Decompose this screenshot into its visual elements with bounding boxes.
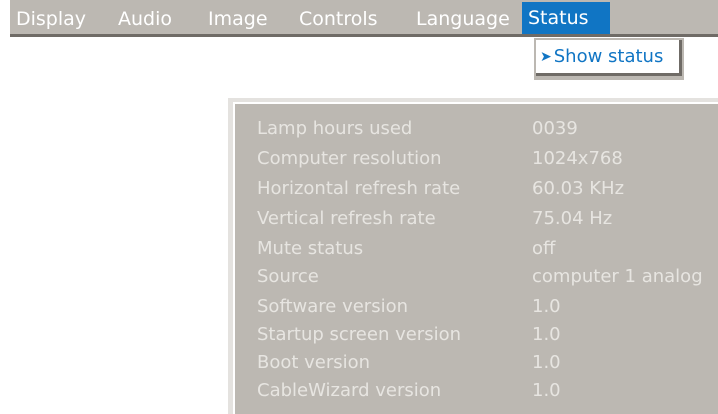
status-label: Vertical refresh rate (257, 208, 436, 229)
menu-audio[interactable]: Audio (118, 4, 172, 34)
status-value: 1024x768 (532, 148, 623, 169)
status-value: 1.0 (532, 296, 561, 317)
status-label: Startup screen version (257, 324, 462, 345)
status-panel: Lamp hours used 0039 Computer resolution… (233, 102, 718, 414)
menu-language[interactable]: Language (416, 4, 510, 34)
show-status-label: Show status (553, 46, 664, 67)
status-value: 1.0 (532, 324, 561, 345)
menu-controls[interactable]: Controls (299, 4, 378, 34)
status-value: 1.0 (532, 380, 561, 401)
status-value: off (532, 238, 556, 259)
arrow-right-icon: ➤ (540, 48, 552, 65)
menu-image[interactable]: Image (208, 4, 268, 34)
status-label: Source (257, 266, 319, 287)
menu-bar: Display Audio Image Controls Language St… (10, 0, 718, 37)
menu-status[interactable]: Status (522, 2, 610, 34)
status-value: computer 1 analog (532, 266, 703, 287)
status-label: Boot version (257, 352, 371, 373)
status-value: 0039 (532, 118, 578, 139)
status-value: 1.0 (532, 352, 561, 373)
menu-display[interactable]: Display (16, 4, 86, 34)
status-label: CableWizard version (257, 380, 442, 401)
status-label: Software version (257, 296, 408, 317)
status-label: Horizontal refresh rate (257, 178, 461, 199)
status-value: 60.03 KHz (532, 178, 625, 199)
status-label: Mute status (257, 238, 364, 259)
show-status-item[interactable]: ➤ Show status (536, 40, 682, 76)
status-submenu: ➤ Show status (534, 38, 684, 80)
status-value: 75.04 Hz (532, 208, 613, 229)
status-label: Computer resolution (257, 148, 442, 169)
status-label: Lamp hours used (257, 118, 413, 139)
projector-osd: Display Audio Image Controls Language St… (0, 0, 718, 414)
